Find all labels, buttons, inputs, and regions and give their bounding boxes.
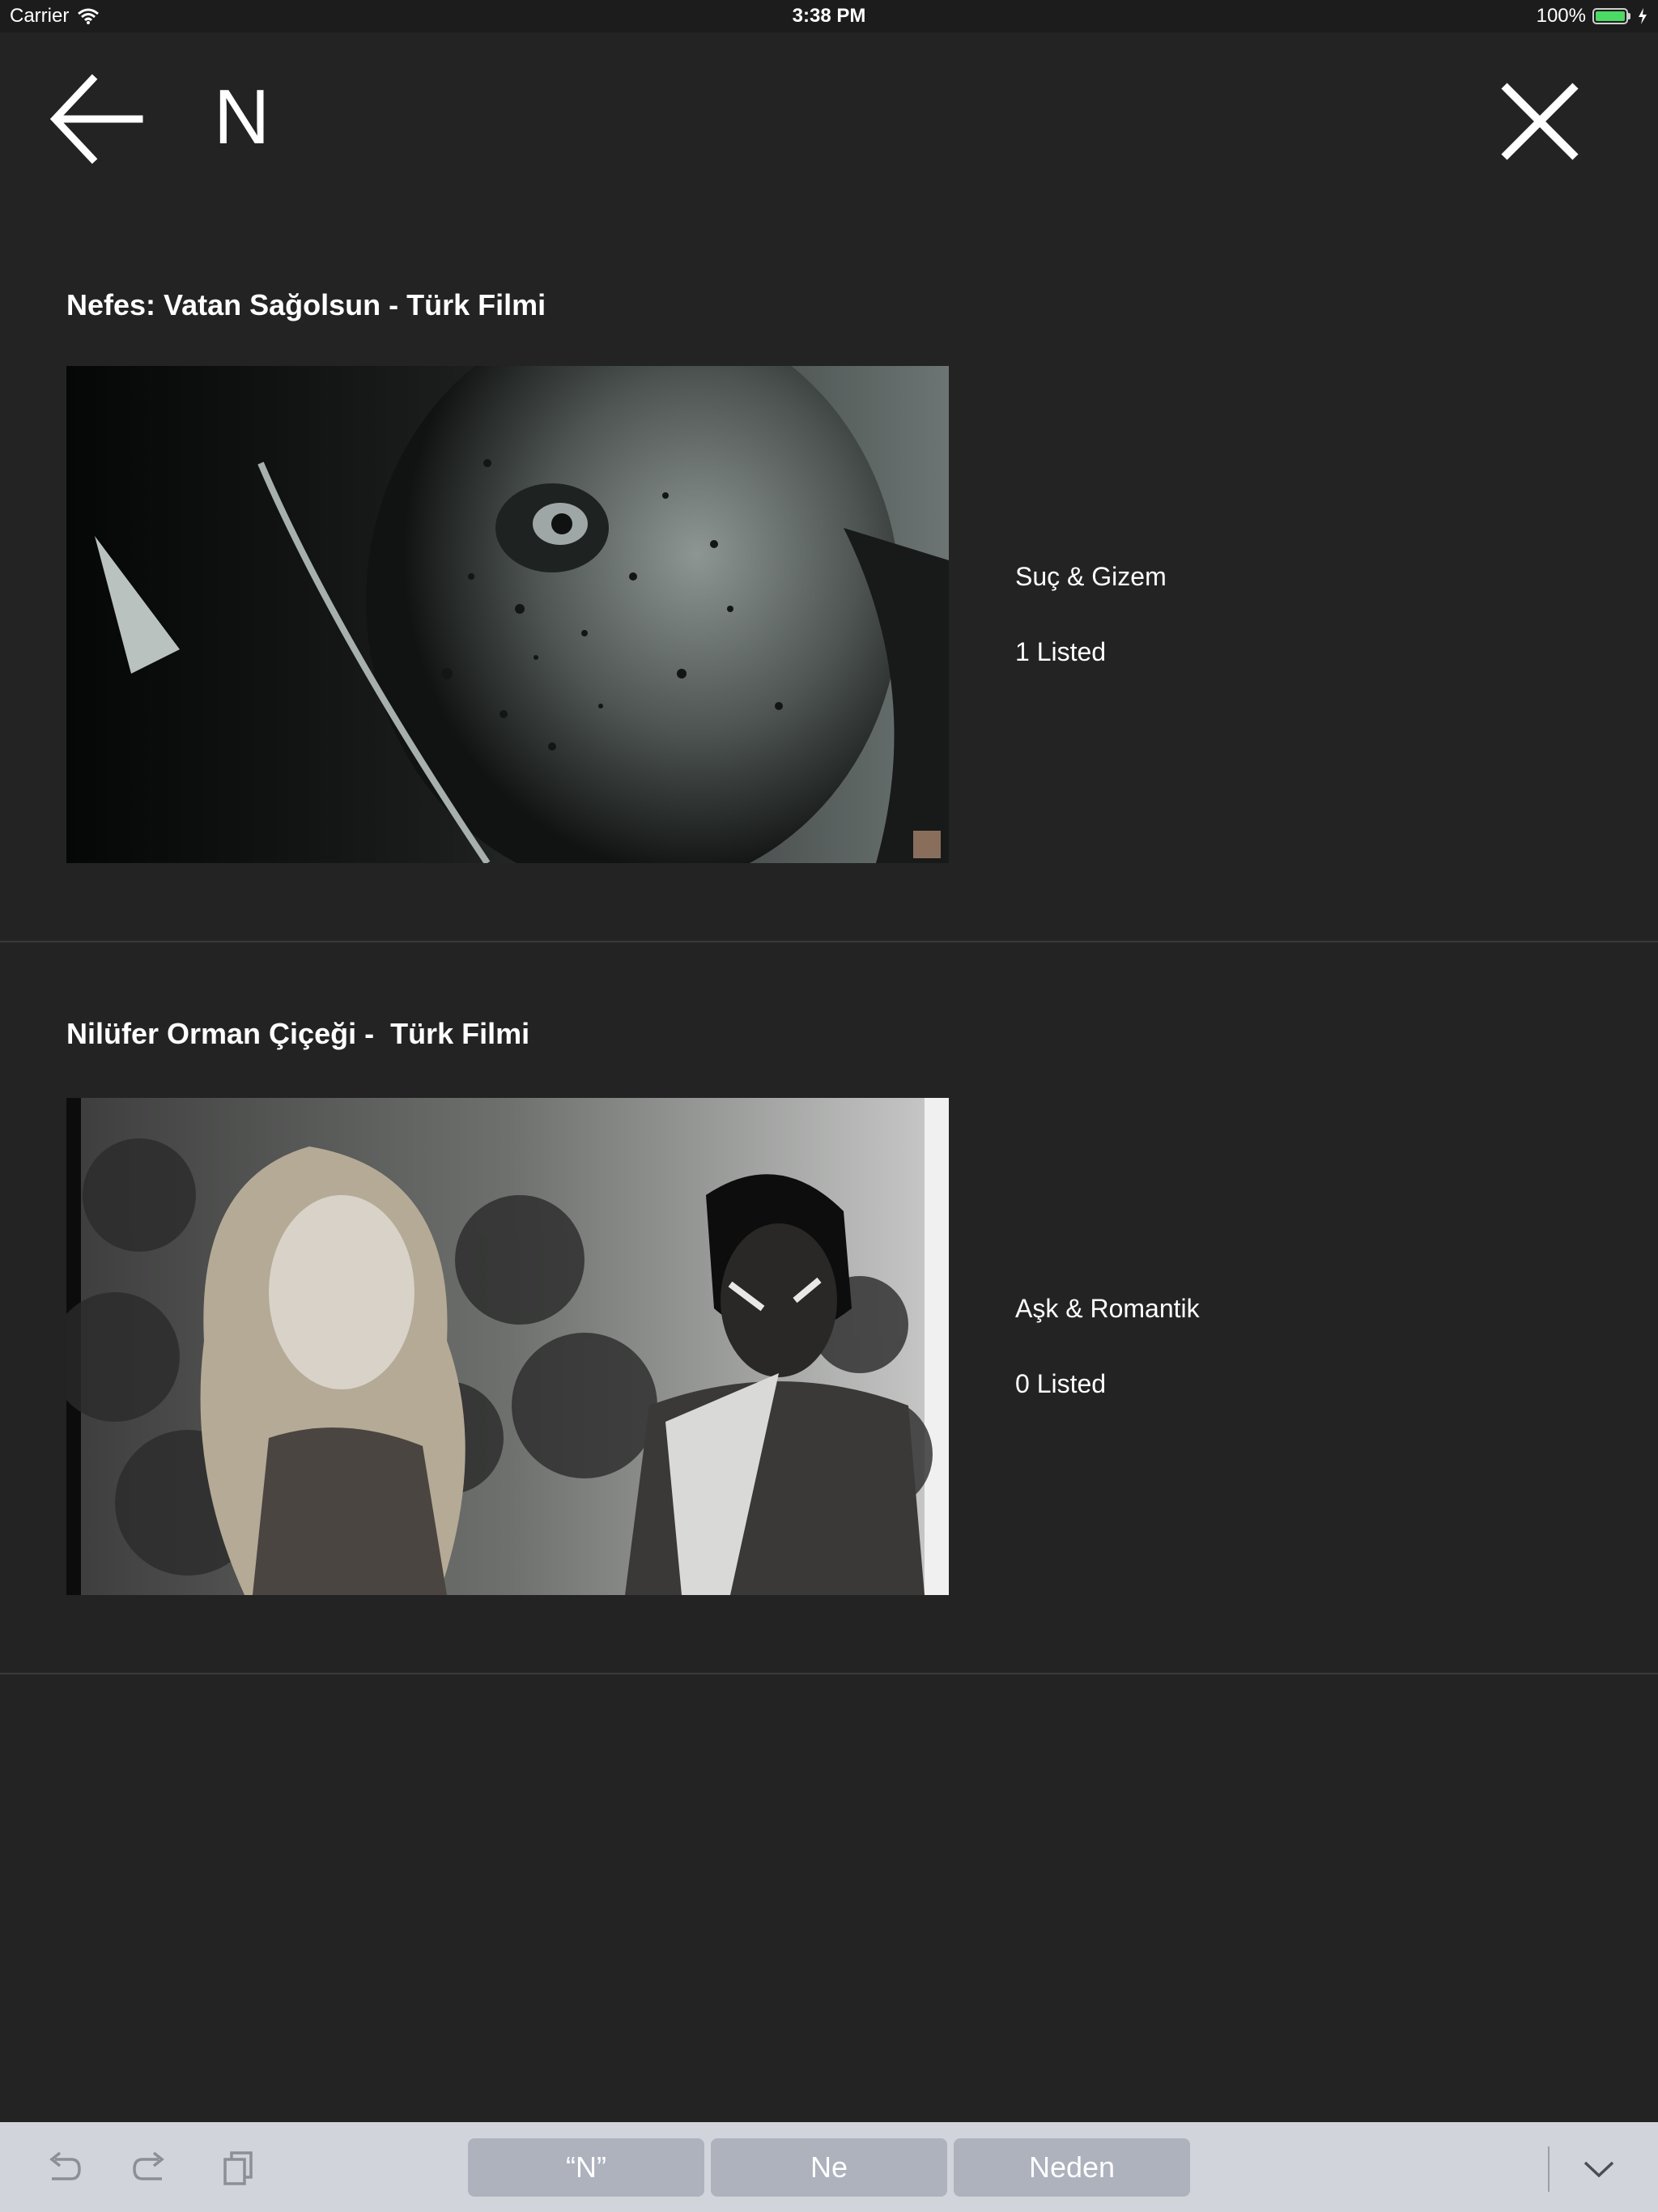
battery-percent: 100% xyxy=(1536,5,1586,27)
battery-body xyxy=(1592,8,1628,24)
charging-bolt-icon xyxy=(1639,8,1647,24)
search-results-screen: Carrier 3:38 PM 100% N Nefes: Vatan Sağo… xyxy=(0,0,1658,2212)
result-listed-count: 0 Listed xyxy=(1015,1369,1107,1398)
suggestion-button[interactable]: Neden xyxy=(954,2138,1190,2197)
redo-icon xyxy=(133,2151,164,2180)
status-bar: Carrier 3:38 PM 100% xyxy=(0,0,1658,32)
search-header: N xyxy=(0,32,1658,211)
close-x-icon xyxy=(1501,83,1579,160)
back-button[interactable] xyxy=(49,71,146,167)
redo-button[interactable] xyxy=(130,2148,170,2189)
result-row[interactable]: Nefes: Vatan Sağolsun - Türk Filmi Suç &… xyxy=(0,211,1658,942)
keyboard-shortcut-bar: “N” Ne Neden xyxy=(0,2122,1658,2212)
battery-fill xyxy=(1596,11,1625,21)
dismiss-keyboard-button[interactable] xyxy=(1579,2148,1619,2189)
paste-button[interactable] xyxy=(219,2148,259,2189)
undo-icon xyxy=(49,2151,81,2180)
film-still-image xyxy=(66,1098,949,1595)
result-title[interactable]: Nilüfer Orman Çiçeği - Türk Filmi xyxy=(66,1017,529,1051)
result-title[interactable]: Nefes: Vatan Sağolsun - Türk Filmi xyxy=(66,288,546,322)
paste-icon xyxy=(223,2151,253,2185)
suggestion-button[interactable]: Ne xyxy=(711,2138,947,2197)
result-thumbnail[interactable] xyxy=(66,366,949,863)
battery-icon xyxy=(1592,8,1630,24)
battery-cap xyxy=(1628,13,1630,19)
result-genre: Aşk & Romantik xyxy=(1015,1294,1200,1323)
search-query[interactable]: N xyxy=(214,73,270,162)
close-button[interactable] xyxy=(1498,79,1582,164)
keyboard-bar-divider xyxy=(1548,2146,1550,2192)
result-thumbnail[interactable] xyxy=(66,1098,949,1595)
clock: 3:38 PM xyxy=(792,5,866,27)
chevron-down-icon xyxy=(1584,2161,1614,2178)
result-genre: Suç & Gizem xyxy=(1015,562,1167,591)
arrow-left-icon xyxy=(49,74,143,164)
suggestion-button[interactable]: “N” xyxy=(468,2138,704,2197)
result-row[interactable]: Nilüfer Orman Çiçeği - Türk Filmi Aşk & … xyxy=(0,942,1658,1674)
status-right: 100% xyxy=(1537,5,1648,28)
undo-button[interactable] xyxy=(44,2148,84,2189)
result-listed-count: 1 Listed xyxy=(1015,637,1107,666)
film-still-image xyxy=(66,366,949,863)
